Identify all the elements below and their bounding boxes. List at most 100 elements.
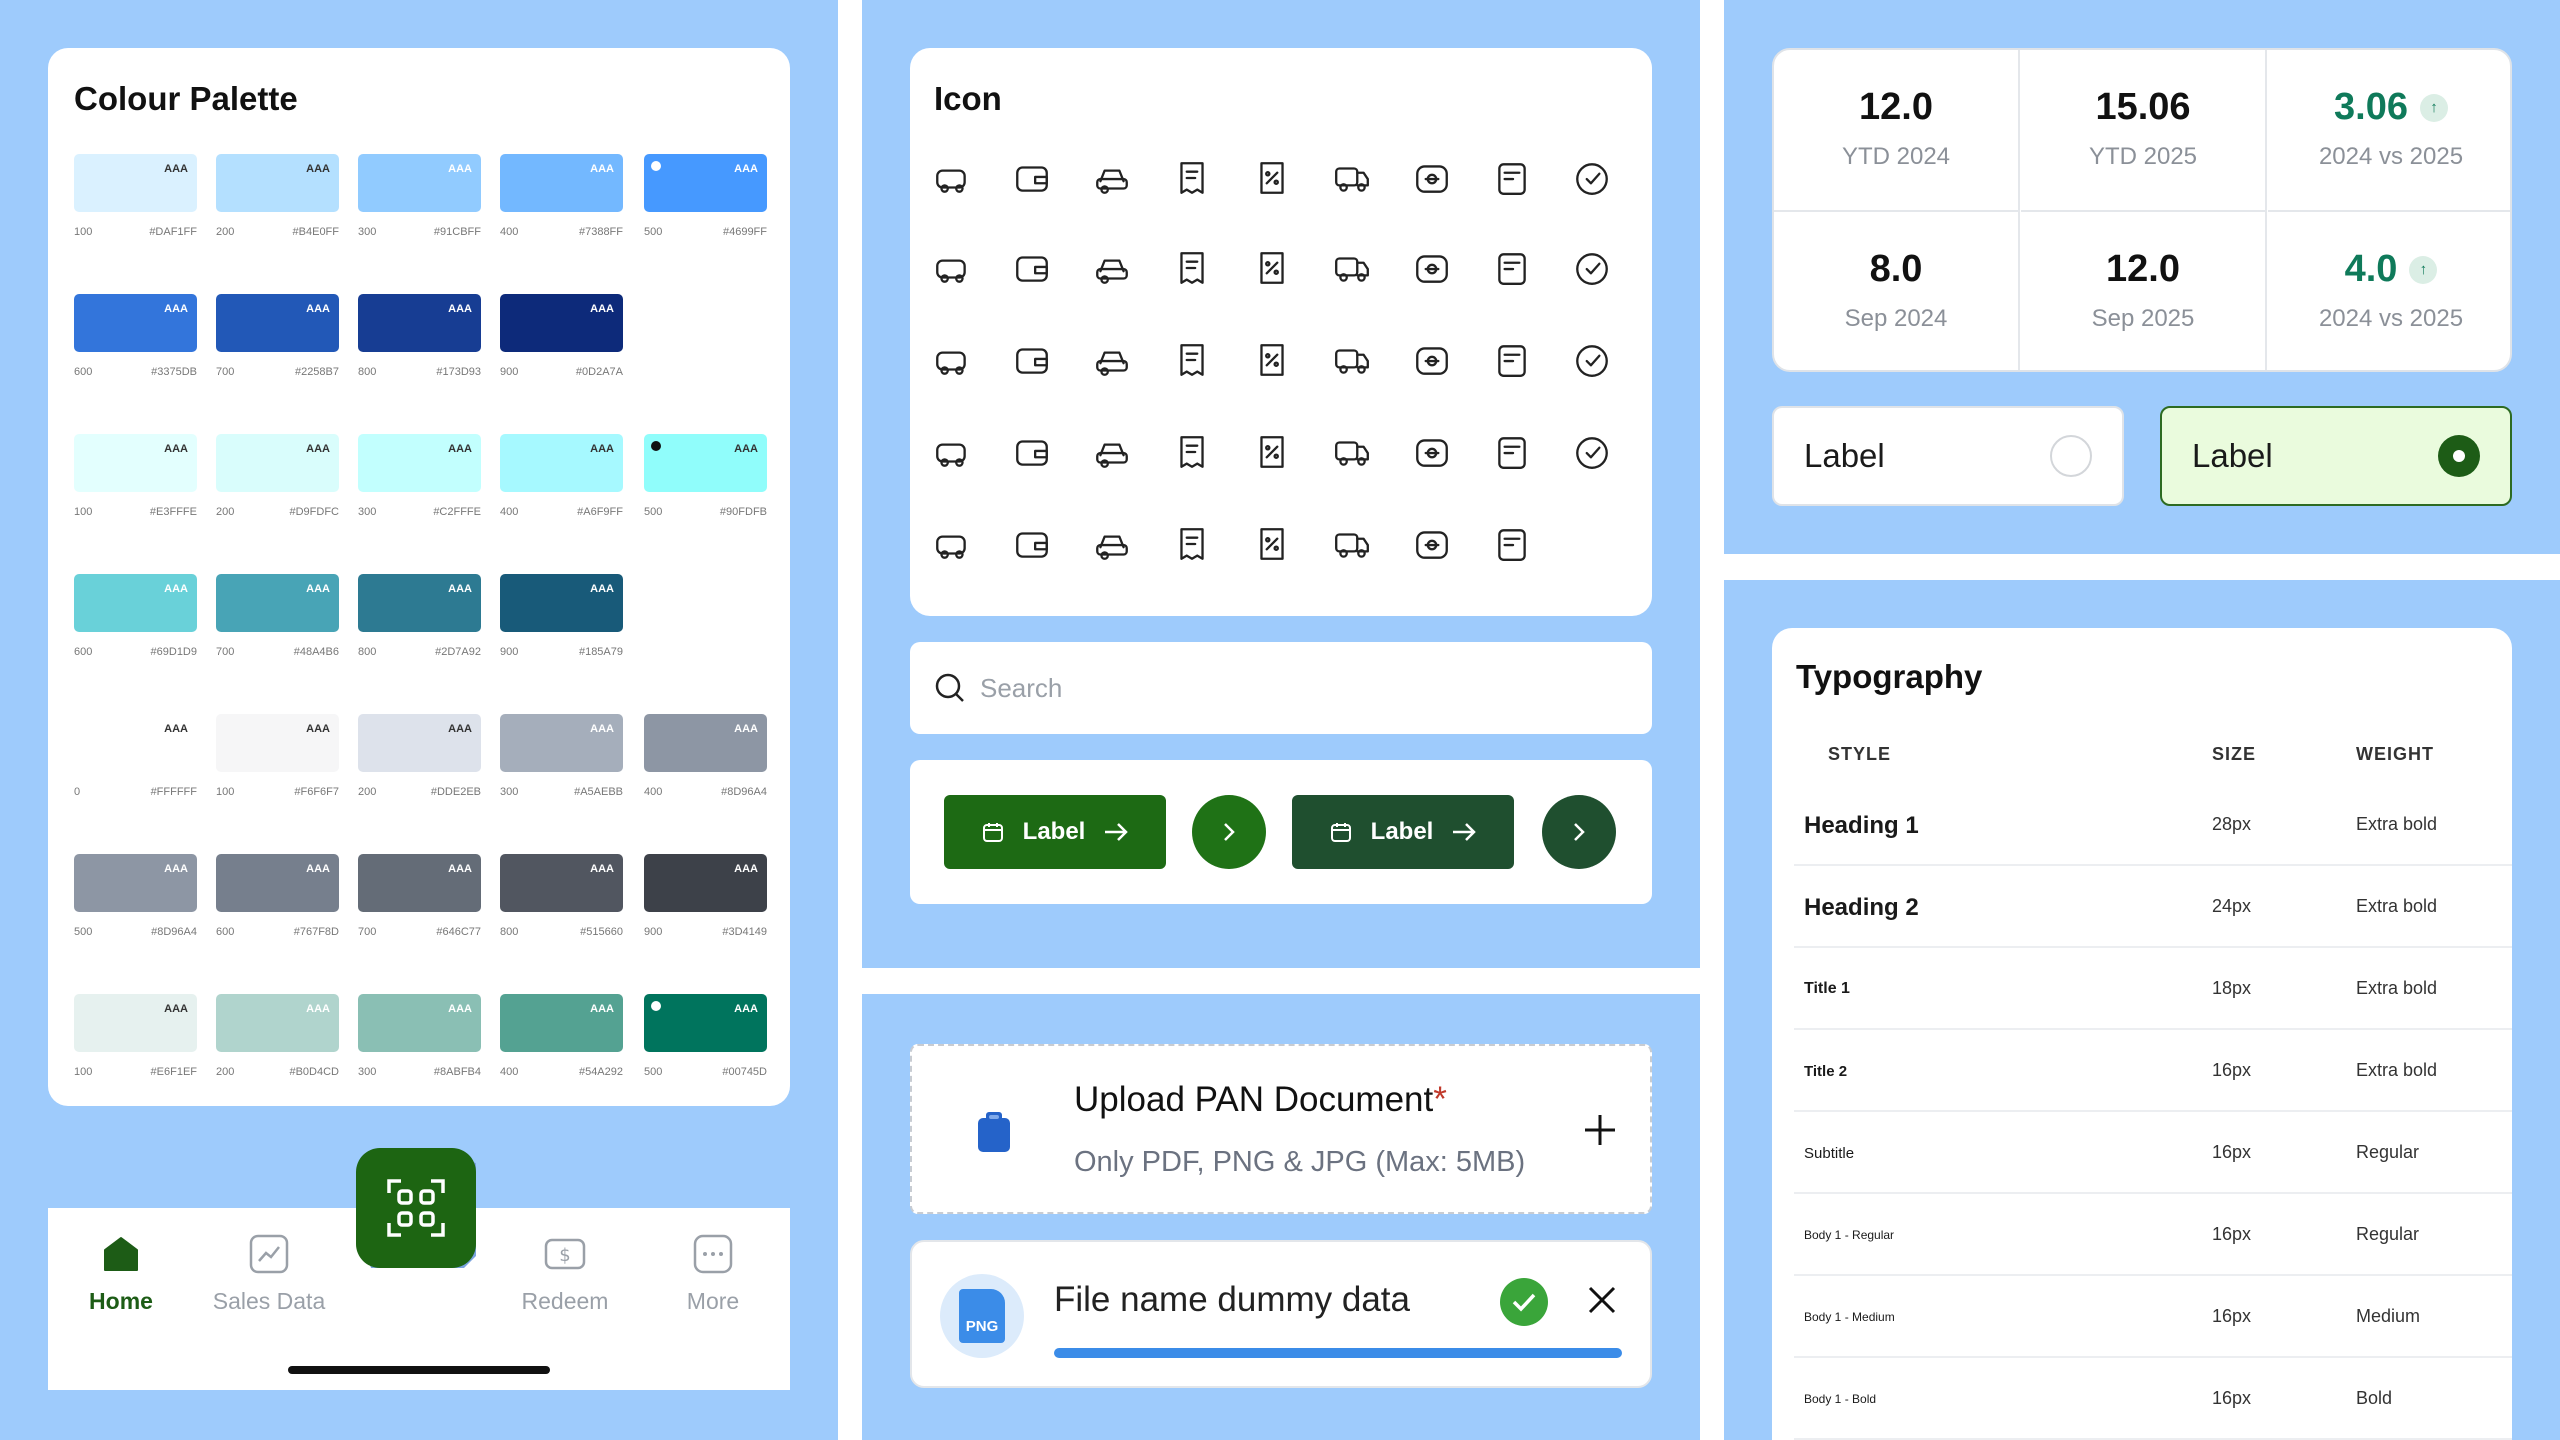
button-label: Label <box>1370 818 1434 845</box>
nav-label: More <box>686 1288 740 1314</box>
swatch-hex: #3375DB <box>151 366 197 378</box>
next-button-dark[interactable] <box>1542 795 1616 869</box>
style-weight: Extra bold <box>2356 896 2438 916</box>
color-swatch: AAA <box>216 714 339 772</box>
swatch-hex: #515660 <box>580 926 623 938</box>
radio-button-selected[interactable] <box>2438 435 2480 477</box>
swatch-hex: #E3FFFE <box>149 506 197 518</box>
percent-circle-icon <box>1572 432 1612 472</box>
swatch-shade: 800 <box>358 366 377 378</box>
radio-option-unselected[interactable]: Label <box>1772 406 2124 506</box>
typography-row: Heading 2 24px Extra bold <box>1794 866 2512 948</box>
swatch-shade: 600 <box>74 646 93 658</box>
upload-dropzone[interactable]: Upload PAN Document* Only PDF, PNG & JPG… <box>910 1044 1652 1214</box>
camera-icon <box>1172 432 1212 472</box>
icons-title: Icon <box>934 80 1002 117</box>
percent-icon <box>1412 432 1452 472</box>
nav-item-redeem[interactable]: $ Redeem <box>500 1232 630 1315</box>
money-icon <box>1412 524 1452 564</box>
swatch-shade: 300 <box>358 1066 377 1078</box>
selected-dot <box>651 161 661 171</box>
swatch-hex: #173D93 <box>436 366 481 378</box>
swatch-shade: 300 <box>358 506 377 518</box>
nav-item-sales-data[interactable]: Sales Data <box>204 1232 334 1315</box>
contrast-label: AAA <box>164 723 188 735</box>
close-icon[interactable] <box>1586 1284 1618 1316</box>
search-input[interactable]: Search <box>910 642 1652 734</box>
swatch-shade: 300 <box>358 226 377 238</box>
swatch-shade: 0 <box>74 786 81 798</box>
stat-value: 12.0 <box>2106 248 2180 290</box>
stat-value: 4.0 <box>2344 248 2398 290</box>
radio-button[interactable] <box>2050 435 2092 477</box>
truck-icon <box>932 432 972 472</box>
button-label: Label <box>1022 818 1086 845</box>
discount-tag-icon <box>1252 158 1292 198</box>
stat-value: 8.0 <box>1869 248 1923 290</box>
contrast-label: AAA <box>734 723 758 735</box>
label-button-dark[interactable]: Label <box>1292 795 1514 869</box>
nav-label: Redeem <box>521 1288 609 1314</box>
swatch-hex: #D9FDFC <box>289 506 339 518</box>
swatch-shade: 200 <box>216 506 235 518</box>
scan-fab-button[interactable] <box>356 1148 476 1268</box>
check-icon <box>1500 1278 1548 1326</box>
color-swatch: AAA <box>358 994 481 1052</box>
file-type-badge: PNG <box>965 1318 999 1335</box>
nav-item-home[interactable]: Home <box>56 1232 186 1315</box>
swatch-hex: #00745D <box>722 1066 767 1078</box>
swatch-shade: 100 <box>74 226 93 238</box>
style-name: Title 1 <box>1804 980 1850 997</box>
swatch-shade: 500 <box>644 226 663 238</box>
swatch-hex: #3D4149 <box>722 926 767 938</box>
stat-label: 2024 vs 2025 <box>2318 305 2464 332</box>
color-swatch: AAA <box>74 294 197 352</box>
style-weight: Extra bold <box>2356 978 2438 998</box>
style-name: Title 2 <box>1804 1062 1848 1080</box>
chevron-right-icon <box>1574 823 1585 841</box>
svg-text:$: $ <box>559 1245 570 1266</box>
file-name: File name dummy data <box>1054 1280 1410 1319</box>
contrast-label: AAA <box>448 583 472 595</box>
style-size: 28px <box>2212 814 2252 834</box>
selected-dot <box>651 1001 661 1011</box>
swatch-hex: #8D96A4 <box>151 926 197 938</box>
contrast-label: AAA <box>590 163 614 175</box>
calendar-icon <box>1330 823 1351 842</box>
style-size: 16px <box>2212 1060 2252 1080</box>
label-button-primary[interactable]: Label <box>944 795 1166 869</box>
stat-label: Sep 2024 <box>1844 305 1948 332</box>
chart-icon <box>247 1232 291 1276</box>
upload-title: Upload PAN Document* <box>1074 1080 1447 1119</box>
plus-icon[interactable] <box>1582 1112 1618 1148</box>
upload-subtitle: Only PDF, PNG & JPG (Max: 5MB) <box>1074 1146 1526 1178</box>
contrast-label: AAA <box>306 863 330 875</box>
swatch-shade: 900 <box>500 646 519 658</box>
swatch-shade: 900 <box>500 366 519 378</box>
swatch-shade: 200 <box>216 226 235 238</box>
swatch-shade: 700 <box>358 926 377 938</box>
stat-cell: 15.06 YTD 2025 <box>2021 50 2267 212</box>
swatch-hex: #B4E0FF <box>292 226 339 238</box>
swatch-shade: 700 <box>216 646 235 658</box>
search-icon <box>935 673 964 702</box>
swatch-shade: 200 <box>358 786 377 798</box>
palette-title: Colour Palette <box>74 80 298 117</box>
required-mark: * <box>1433 1080 1447 1119</box>
contrast-label: AAA <box>164 443 188 455</box>
swatch-hex: #A5AEBB <box>574 786 623 798</box>
calendar-icon <box>982 823 1003 842</box>
style-size: 16px <box>2212 1142 2252 1162</box>
contrast-label: AAA <box>448 303 472 315</box>
contrast-label: AAA <box>590 583 614 595</box>
badge-percent-icon <box>1332 340 1372 380</box>
radio-option-selected[interactable]: Label <box>2160 406 2512 506</box>
nav-item-more[interactable]: More <box>648 1232 778 1315</box>
style-weight: Regular <box>2356 1142 2420 1162</box>
contrast-label: AAA <box>448 443 472 455</box>
color-swatch: AAA <box>216 294 339 352</box>
stat-value: 3.06 <box>2334 86 2408 128</box>
contrast-label: AAA <box>448 1003 472 1015</box>
next-button-primary[interactable] <box>1192 795 1266 869</box>
money-icon <box>1492 432 1532 472</box>
